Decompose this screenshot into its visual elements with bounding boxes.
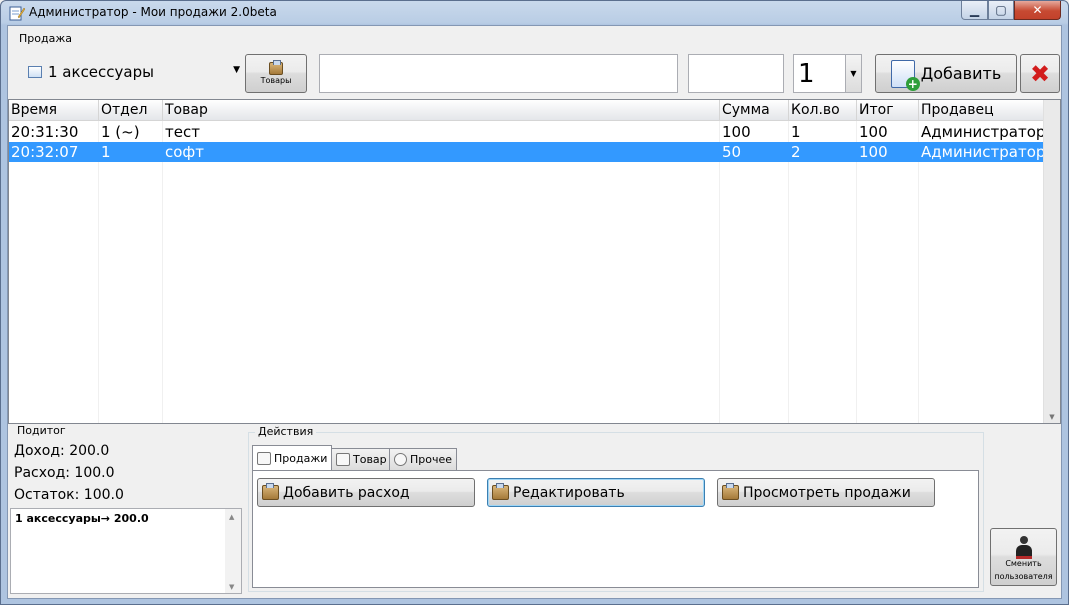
column-separator	[918, 121, 919, 423]
column-separator	[788, 121, 789, 423]
add-expense-button[interactable]: Добавить расход	[257, 478, 475, 507]
scroll-down-icon[interactable]: ▼	[229, 583, 234, 591]
delete-button[interactable]: ✖	[1020, 54, 1060, 93]
goods-button[interactable]: Товары	[245, 54, 307, 93]
column-header-sum[interactable]: Сумма	[720, 100, 789, 121]
switch-user-button[interactable]: Сменить пользователя	[990, 528, 1057, 586]
close-button[interactable]: ✕	[1014, 1, 1061, 20]
table-row-selected[interactable]: 20:32:07 1 софт 50 2 100 Администратор	[9, 142, 1045, 162]
column-separator	[719, 121, 720, 423]
cell-seller: Администратор	[921, 123, 1046, 141]
quantity-select[interactable]: 1 ▼	[793, 54, 862, 93]
client-area: Продажа 1 аксессуары ▼ Товары 1 ▼ Добави…	[7, 25, 1062, 599]
user-icon	[1015, 535, 1032, 559]
list-item: 1 аксессуары→ 200.0	[15, 512, 149, 525]
balance-stat: Остаток: 100.0	[14, 487, 124, 503]
box-icon	[492, 483, 509, 500]
tab-other[interactable]: Прочее	[389, 448, 458, 470]
quantity-value: 1	[798, 58, 815, 89]
add-document-icon	[890, 59, 920, 91]
sale-group-title: Продажа	[16, 32, 75, 45]
table-scrollbar[interactable]: ▼	[1043, 100, 1060, 423]
gear-icon	[394, 453, 407, 466]
tab-goods[interactable]: Товар	[331, 448, 392, 470]
department-totals-list[interactable]: 1 аксессуары→ 200.0 ▲ ▼	[10, 508, 242, 594]
expense-stat: Расход: 100.0	[14, 465, 115, 481]
tab-other-label: Прочее	[410, 453, 453, 466]
department-select[interactable]: 1 аксессуары ▼	[22, 59, 244, 85]
column-header-seller[interactable]: Продавец	[919, 100, 1045, 121]
close-icon: ✕	[1032, 3, 1043, 17]
column-header-total[interactable]: Итог	[857, 100, 919, 121]
goods-button-label: Товары	[260, 76, 292, 85]
cell-item: софт	[165, 143, 204, 161]
column-separator	[162, 121, 163, 423]
table-icon	[336, 453, 350, 466]
box-icon	[269, 60, 283, 75]
column-header-qty[interactable]: Кол.во	[789, 100, 857, 121]
department-select-value: 1 аксессуары	[48, 63, 154, 81]
cell-item: тест	[165, 123, 200, 141]
income-stat: Доход: 200.0	[14, 443, 110, 459]
maximize-icon: ▢	[995, 3, 1007, 17]
minimize-button[interactable]: ▁	[961, 1, 988, 20]
cell-dept: 1	[101, 143, 111, 161]
tab-sales-label: Продажи	[274, 451, 328, 465]
tab-goods-label: Товар	[353, 453, 387, 466]
column-header-dept[interactable]: Отдел	[99, 100, 163, 121]
list-scrollbar[interactable]: ▲ ▼	[225, 509, 241, 593]
box-icon	[262, 483, 279, 500]
list-icon	[28, 66, 42, 78]
window-title: Администратор - Мои продажи 2.0beta	[29, 5, 277, 19]
item-search-input[interactable]	[319, 54, 678, 93]
switch-user-label-line2: пользователя	[994, 571, 1053, 581]
view-sales-button[interactable]: Просмотреть продажи	[717, 478, 935, 507]
add-expense-button-label: Добавить расход	[283, 484, 410, 501]
cell-total: 100	[859, 143, 888, 161]
summary-group-title: Подитог	[14, 424, 69, 437]
maximize-button[interactable]: ▢	[988, 1, 1014, 20]
view-sales-button-label: Просмотреть продажи	[743, 484, 911, 501]
sales-table[interactable]: Время Отдел Товар Сумма Кол.во Итог Прод…	[8, 99, 1061, 424]
tab-sales[interactable]: Продажи	[252, 445, 333, 470]
minimize-icon: ▁	[969, 3, 980, 17]
notepad-pencil-icon	[9, 6, 25, 21]
column-separator	[98, 121, 99, 423]
add-sale-button[interactable]: Добавить	[875, 54, 1017, 93]
add-sale-button-label: Добавить	[920, 64, 1002, 83]
app-window: Администратор - Мои продажи 2.0beta ▁ ▢ …	[0, 0, 1069, 605]
scroll-down-icon[interactable]: ▼	[1044, 413, 1060, 421]
cell-time: 20:32:07	[11, 143, 79, 161]
cell-qty: 2	[791, 143, 801, 161]
column-header-time[interactable]: Время	[9, 100, 99, 121]
edit-sale-button[interactable]: Редактировать	[487, 478, 705, 507]
actions-group-title: Действия	[255, 425, 317, 438]
column-header-item[interactable]: Товар	[163, 100, 720, 121]
chevron-down-icon: ▼	[233, 65, 240, 75]
table-row[interactable]: 20:31:30 1 (~) тест 100 1 100 Администра…	[9, 122, 1045, 142]
edit-sale-button-label: Редактировать	[513, 484, 625, 501]
cell-time: 20:31:30	[11, 123, 79, 141]
cell-total: 100	[859, 123, 888, 141]
title-bar[interactable]: Администратор - Мои продажи 2.0beta ▁ ▢ …	[1, 1, 1068, 25]
cell-qty: 1	[791, 123, 801, 141]
box-icon	[722, 483, 739, 500]
red-x-icon: ✖	[1029, 59, 1051, 88]
edit-icon	[257, 451, 271, 465]
switch-user-label-line1: Сменить	[1005, 558, 1042, 568]
cell-sum: 100	[722, 123, 751, 141]
column-separator	[856, 121, 857, 423]
scroll-up-icon[interactable]: ▲	[229, 513, 234, 521]
cell-sum: 50	[722, 143, 742, 161]
cell-seller: Администратор	[921, 143, 1046, 161]
cell-dept: 1 (~)	[101, 123, 140, 141]
price-input[interactable]	[688, 54, 784, 93]
chevron-down-icon[interactable]: ▼	[845, 55, 861, 92]
